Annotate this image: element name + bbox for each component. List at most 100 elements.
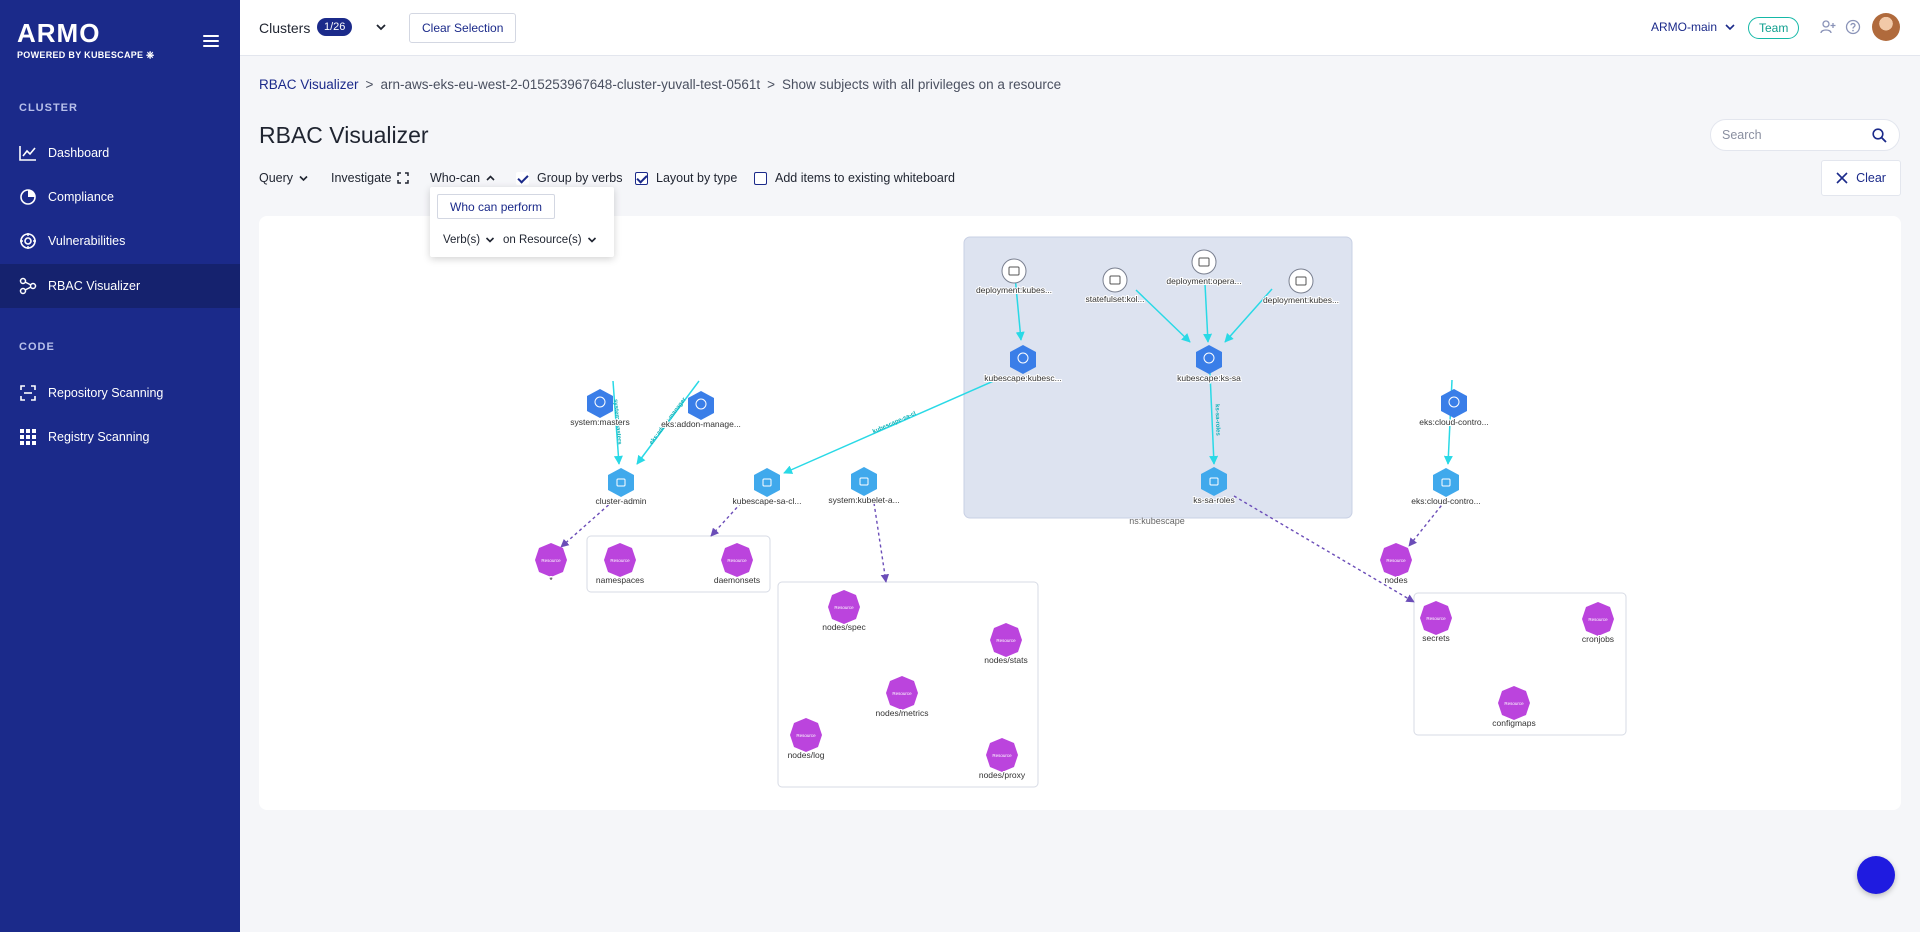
graph-node-label: configmaps (1492, 718, 1535, 728)
graph-node-role[interactable]: cluster-admin (594, 468, 648, 507)
add-user-icon[interactable] (1820, 19, 1836, 35)
topbar: Clusters 1/26 Clear Selection ARMO-main … (240, 0, 1920, 56)
graph-node-label: eks:addon-manage... (661, 419, 741, 429)
graph-node-label: nodes/metrics (876, 708, 929, 718)
graph-edge[interactable] (1408, 500, 1446, 547)
vulnerabilities-icon (19, 232, 37, 250)
chevron-down-icon (299, 175, 308, 181)
clusters-label: Clusters (259, 20, 311, 36)
resource-badge: Resource (1588, 617, 1608, 622)
help-icon[interactable] (1845, 19, 1861, 35)
graph-node-label: secrets (1422, 633, 1449, 643)
resource-badge: Resource (992, 753, 1012, 758)
resource-badge: Resource (727, 558, 747, 563)
graph-node-subject[interactable]: system:masters (569, 389, 631, 428)
who-can-perform-button[interactable]: Who can perform (437, 194, 556, 219)
clear-button[interactable]: Clear (1821, 160, 1901, 196)
layout-by-type-checkbox[interactable] (635, 171, 648, 185)
sidebar-item-vulnerabilities[interactable]: Vulnerabilities (0, 219, 240, 263)
graph-node-resource[interactable]: Resource secrets (1420, 601, 1452, 644)
logo-text: ARMO (17, 18, 101, 48)
resource-badge: Resource (541, 558, 561, 563)
graph-node-resource[interactable]: Resource * (535, 543, 567, 586)
logo-tagline: POWERED BY KUBESCAPE ⎈ (17, 50, 155, 61)
org-select[interactable]: ARMO-main (1651, 20, 1736, 34)
registry-icon (19, 428, 37, 446)
close-icon (1836, 172, 1848, 184)
sidebar-item-registry-scanning[interactable]: Registry Scanning (0, 415, 240, 459)
resource-badge: Resource (796, 733, 816, 738)
sidebar-item-compliance[interactable]: Compliance (0, 175, 240, 219)
chevron-up-icon (486, 174, 495, 181)
graph-node-label: nodes/proxy (979, 770, 1026, 780)
org-select-value: ARMO-main (1651, 20, 1718, 34)
who-can-menu[interactable]: Who-can (430, 169, 496, 187)
search-input[interactable] (1722, 128, 1862, 142)
sidebar-item-label: Repository Scanning (48, 386, 164, 400)
rbac-graph-canvas[interactable]: ns:kubescape kubescape-sa-cl ks-sa-roles… (259, 216, 1901, 810)
group-by-verbs-label: Group by verbs (537, 171, 623, 185)
graph-node-role[interactable]: eks:cloud-contro... (1410, 468, 1482, 507)
graph-node-label: cluster-admin (595, 496, 646, 506)
breadcrumb-separator: > (365, 77, 374, 92)
graph-node-label: nodes (1384, 575, 1407, 585)
graph-node-role[interactable]: kubescape-sa-cl... (732, 468, 802, 507)
rbac-graph[interactable]: ns:kubescape kubescape-sa-cl ks-sa-roles… (259, 216, 1901, 810)
verbs-select[interactable]: Verb(s) (443, 234, 495, 246)
chevron-down-icon[interactable] (374, 20, 388, 34)
sidebar-item-label: Dashboard (48, 146, 110, 160)
graph-node-resource[interactable]: Resource cronjobs (1581, 602, 1615, 645)
team-button[interactable]: Team (1748, 17, 1800, 39)
layout-by-type-toggle[interactable]: Layout by type (635, 169, 737, 187)
investigate-label: Investigate (331, 171, 392, 185)
graph-node-label: nodes/spec (822, 622, 866, 632)
chevron-down-icon (587, 237, 596, 243)
query-label: Query (259, 171, 294, 185)
verbs-select-label: Verb(s) (443, 234, 481, 246)
graph-node-label: eks:cloud-contro... (1419, 417, 1488, 427)
add-to-whiteboard-toggle[interactable]: Add items to existing whiteboard (754, 169, 955, 187)
search-icon[interactable] (1872, 128, 1887, 143)
resource-badge: Resource (1386, 558, 1406, 563)
breadcrumb-root-link[interactable]: RBAC Visualizer (259, 77, 359, 92)
edge-label: kubescape-sa-cl (872, 411, 917, 436)
sidebar-item-label: Registry Scanning (48, 430, 150, 444)
section-title-code: CODE (19, 341, 55, 353)
graph-node-label: nodes/stats (984, 655, 1027, 665)
breadcrumb-cluster[interactable]: arn-aws-eks-eu-west-2-015253967648-clust… (380, 77, 760, 92)
sidebar-item-rbac-visualizer[interactable]: RBAC Visualizer (0, 264, 240, 308)
graph-edge[interactable] (710, 502, 742, 537)
sidebar-item-dashboard[interactable]: Dashboard (0, 131, 240, 175)
clear-label: Clear (1856, 171, 1886, 185)
add-to-whiteboard-checkbox[interactable] (754, 171, 767, 185)
graph-node-label: nodes/log (788, 750, 825, 760)
rbac-icon (19, 277, 37, 295)
group-by-verbs-checkbox[interactable] (516, 171, 529, 185)
who-can-label: Who-can (430, 171, 481, 185)
sidebar-item-repository-scanning[interactable]: Repository Scanning (0, 371, 240, 415)
graph-node-label: daemonsets (714, 575, 760, 585)
group-by-verbs-toggle[interactable]: Group by verbs (516, 169, 622, 187)
graph-node-role[interactable]: system:kubelet-a... (827, 467, 901, 506)
graph-node-label: kubescape-sa-cl... (733, 496, 802, 506)
graph-node-label: namespaces (596, 575, 644, 585)
section-title-cluster: CLUSTER (19, 102, 78, 114)
graph-node-label: statefulset:kol... (1085, 294, 1144, 304)
query-menu[interactable]: Query (259, 169, 309, 187)
graph-node-label: deployment:kubes... (1263, 295, 1339, 305)
investigate-menu[interactable]: Investigate (331, 169, 410, 187)
clear-selection-button[interactable]: Clear Selection (409, 13, 517, 43)
chat-fab-button[interactable] (1857, 856, 1895, 894)
avatar[interactable] (1872, 13, 1900, 41)
graph-node-resource[interactable]: Resource nodes (1380, 543, 1412, 586)
graph-edge[interactable] (873, 502, 890, 583)
armo-logo[interactable]: ARMO POWERED BY KUBESCAPE ⎈ (17, 18, 154, 61)
graph-node-subject[interactable]: eks:cloud-contro... (1418, 389, 1490, 428)
menu-toggle-icon[interactable] (203, 35, 219, 47)
add-to-whiteboard-label: Add items to existing whiteboard (775, 171, 955, 185)
graph-node-label: kubescape:ks-sa (1177, 373, 1241, 383)
graph-node-label: system:kubelet-a... (828, 495, 899, 505)
resources-select[interactable]: on Resource(s) (503, 234, 597, 246)
graph-node-label: deployment:kubes... (976, 285, 1052, 295)
breadcrumb-separator: > (767, 77, 776, 92)
